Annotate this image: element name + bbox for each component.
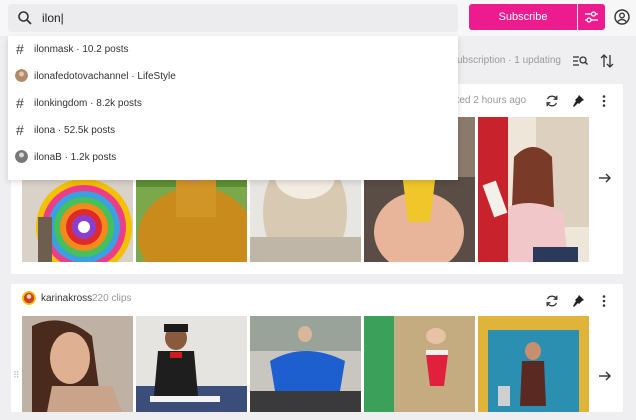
suggestion-item-hashtag[interactable]: # ilonmask · 10.2 posts [8,36,458,63]
search-suggestions-dropdown: # ilonmask · 10.2 posts ilonafedotovacha… [8,36,458,180]
drag-handle-icon[interactable]: ⠿ [13,370,20,381]
suggestion-item-channel[interactable]: ilonaB · 1.2k posts [8,144,458,171]
list-search-icon[interactable] [572,53,588,69]
avatar [22,291,36,305]
avatar [15,150,28,163]
video-thumbnail-red-cup[interactable] [364,316,475,412]
pin-icon[interactable] [571,294,585,308]
suggestion-label: ilonaB · 1.2k posts [34,152,117,163]
pin-icon[interactable] [571,94,585,108]
channel-name[interactable]: karinakross [41,293,92,304]
sliders-icon [585,11,598,23]
video-thumbnail-blue-cloth[interactable] [250,316,361,412]
more-icon[interactable] [597,94,611,108]
suggestion-label: ilonafedotovachannel · LifeStyle [34,71,176,82]
hashtag-icon: # [16,95,24,111]
subscription-status: subscription · 1 updating [452,55,561,66]
sort-icon[interactable] [599,53,615,69]
hashtag-icon: # [16,122,24,138]
suggestion-item-hashtag[interactable]: # ilona · 52.5k posts [8,117,458,144]
refresh-icon[interactable] [545,294,559,308]
suggestion-item-channel[interactable]: ilonafedotovachannel · LifeStyle [8,63,458,90]
search-box[interactable] [8,4,458,32]
video-thumbnail-man-on-stage[interactable] [478,316,589,412]
suggestion-label: ilonmask · 10.2 posts [34,44,129,55]
top-bar: Subscribe [0,0,636,36]
suggestion-label: ilona · 52.5k posts [34,125,116,136]
filter-button[interactable] [578,4,605,30]
arrow-right-icon[interactable] [598,171,612,185]
hashtag-icon: # [16,41,24,57]
video-thumbnail-man-with-bowtie[interactable] [136,316,247,412]
channel-card: karinakross 220 clips ⠿ [11,284,623,412]
avatar [15,69,28,82]
refresh-icon[interactable] [545,94,559,108]
video-thumbnail-girl-with-sign[interactable] [478,117,589,262]
arrow-right-icon[interactable] [598,369,612,383]
updated-time: ated 2 hours ago [451,95,527,106]
clip-count: 220 clips [92,293,132,304]
more-icon[interactable] [597,294,611,308]
video-thumbnail-woman-portrait[interactable] [22,316,133,412]
search-icon [18,11,32,25]
subscribe-button[interactable]: Subscribe [469,4,577,30]
account-icon[interactable] [614,9,630,25]
suggestion-label: ilonkingdom · 8.2k posts [34,98,142,109]
suggestion-item-hashtag[interactable]: # ilonkingdom · 8.2k posts [8,90,458,117]
search-input[interactable] [42,8,442,28]
